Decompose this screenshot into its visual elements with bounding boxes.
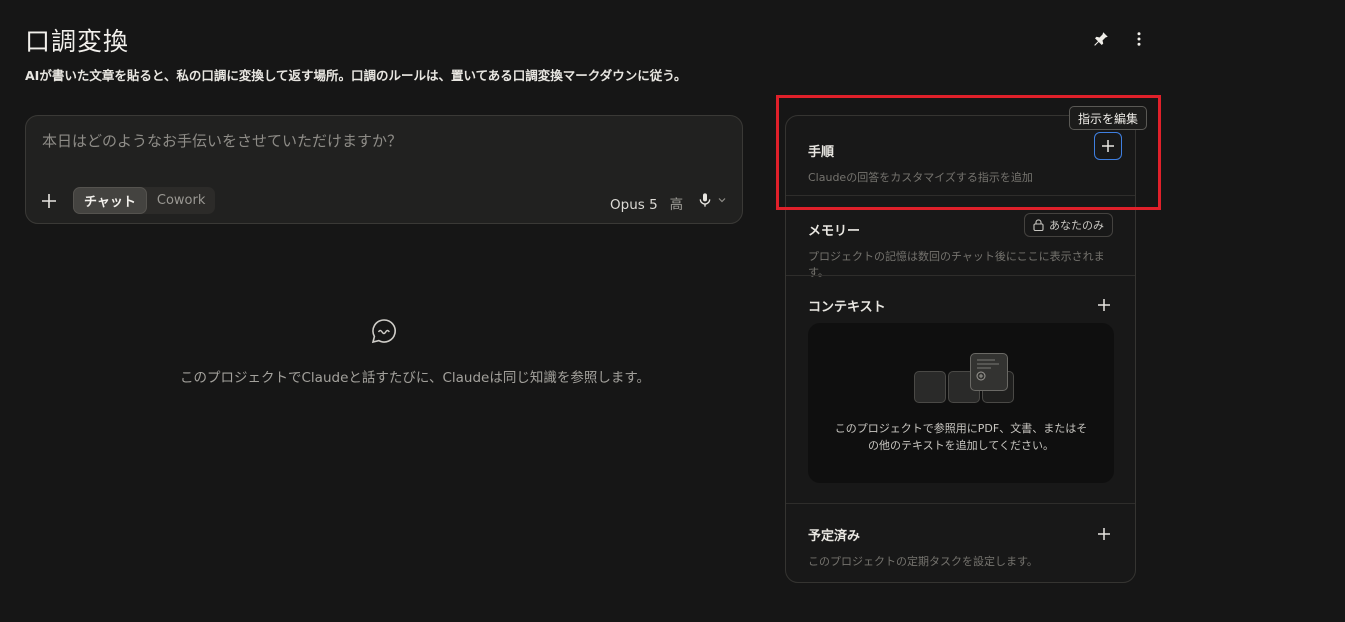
chat-bubble-icon xyxy=(371,319,396,344)
drop-text-line: このプロジェクトで参照用にPDF、文書、またはそ xyxy=(834,422,1088,435)
instructions-title: 手順 xyxy=(808,145,835,160)
scheduled-section: 予定済み このプロジェクトの定期タスクを設定します。 xyxy=(786,525,1135,569)
model-name: Opus 5 xyxy=(610,197,658,213)
pin-icon[interactable] xyxy=(1090,28,1112,50)
plus-icon xyxy=(42,194,56,208)
effort-level: 高 xyxy=(669,197,684,213)
mode-chat-button[interactable]: チャット xyxy=(73,187,147,214)
model-selector[interactable]: Opus 5 高 xyxy=(610,193,683,213)
memory-section: メモリー プロジェクトの記憶は数回のチャット後にここに表示されます。 あなたのみ xyxy=(786,213,1135,280)
project-side-panel: 手順 Claudeの回答をカスタマイズする指示を追加 メモリー プロジェクトの記… xyxy=(785,115,1136,583)
instructions-subtitle: Claudeの回答をカスタマイズする指示を追加 xyxy=(808,171,1033,184)
voice-input-button[interactable] xyxy=(697,192,727,208)
drop-text-line: の他のテキストを追加してください。 xyxy=(867,439,1054,452)
chevron-down-icon xyxy=(718,198,726,203)
context-title: コンテキスト xyxy=(808,300,886,315)
plus-icon xyxy=(1098,299,1110,311)
plus-icon xyxy=(1098,528,1110,540)
instructions-section: 手順 Claudeの回答をカスタマイズする指示を追加 xyxy=(786,132,1135,185)
add-attachment-button[interactable] xyxy=(38,190,60,212)
empty-state-text: このプロジェクトでClaudeと話すたびに、Claudeは同じ知識を参照します。 xyxy=(180,370,651,386)
plus-icon xyxy=(1102,140,1114,152)
chat-input-box[interactable]: 本日はどのようなお手伝いをさせていただけますか？ チャット Cowork Opu… xyxy=(25,115,743,224)
more-options-icon[interactable] xyxy=(1128,28,1150,50)
chat-input[interactable]: 本日はどのようなお手伝いをさせていただけますか？ xyxy=(42,130,402,151)
divider xyxy=(786,275,1135,276)
header-actions xyxy=(1090,28,1150,50)
edit-instructions-tooltip: 指示を編集 xyxy=(1069,106,1148,130)
scheduled-subtitle: このプロジェクトの定期タスクを設定します。 xyxy=(808,555,1038,568)
documents-icon xyxy=(914,353,1014,403)
badge-label: あなたのみ xyxy=(1049,219,1104,232)
microphone-icon xyxy=(699,193,711,207)
divider xyxy=(786,195,1135,196)
mode-toggle: チャット Cowork xyxy=(73,187,216,214)
divider xyxy=(786,503,1135,504)
add-instructions-button[interactable] xyxy=(1094,132,1122,160)
scheduled-title: 予定済み xyxy=(808,529,861,544)
context-drop-text: このプロジェクトで参照用にPDF、文書、またはそ の他のテキストを追加してくださ… xyxy=(808,420,1114,454)
project-description: AIが書いた文章を貼ると、私の口調に変換して返す場所。口調のルールは、置いてある… xyxy=(25,68,687,83)
add-context-button[interactable] xyxy=(1095,296,1113,314)
context-section: コンテキスト xyxy=(786,296,1135,315)
page-title: 口調変換 xyxy=(25,27,130,56)
memory-visibility-badge[interactable]: あなたのみ xyxy=(1024,213,1113,237)
add-scheduled-task-button[interactable] xyxy=(1095,525,1113,543)
mode-cowork-button[interactable]: Cowork xyxy=(147,187,216,214)
lock-icon xyxy=(1033,219,1044,231)
context-drop-zone[interactable]: このプロジェクトで参照用にPDF、文書、またはそ の他のテキストを追加してくださ… xyxy=(808,323,1114,483)
